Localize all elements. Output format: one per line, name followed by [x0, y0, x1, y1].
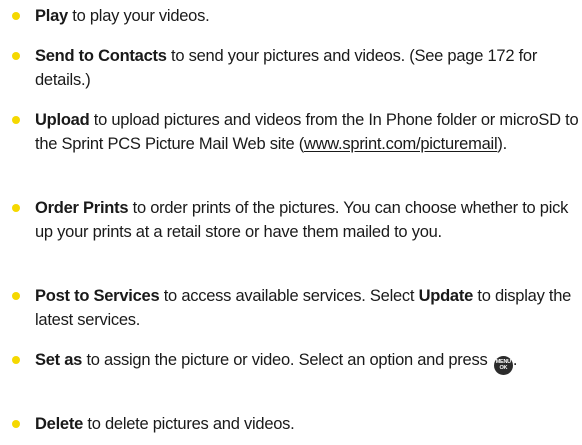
list-item-text: Post to Services to access available ser…	[35, 284, 580, 332]
description: to assign the picture or video. Select a…	[82, 351, 492, 369]
bullet-icon	[12, 292, 20, 300]
term-upload: Upload	[35, 111, 90, 129]
bullet-icon	[12, 116, 20, 124]
menu-key-bottom-label: OK	[499, 365, 508, 371]
term-update: Update	[418, 287, 474, 305]
term-delete: Delete	[35, 415, 84, 433]
menu-ok-key-icon: MENU OK	[493, 356, 513, 375]
term-post-to-services: Post to Services	[35, 287, 160, 305]
list-item-text: Delete to delete pictures and videos.	[35, 412, 580, 436]
list-item-text: Send to Contacts to send your pictures a…	[35, 44, 580, 92]
bullet-icon	[12, 52, 20, 60]
term-set-as: Set as	[35, 351, 83, 369]
bullet-icon	[12, 420, 20, 428]
description-end: .	[512, 351, 518, 369]
term-order-prints: Order Prints	[35, 199, 129, 217]
description: to delete pictures and videos.	[83, 415, 295, 433]
list-item-text: Set as to assign the picture or video. S…	[35, 348, 580, 375]
description: to access available services. Select	[159, 287, 419, 305]
term-send-to-contacts: Send to Contacts	[35, 47, 167, 65]
picturemail-link[interactable]: www.sprint.com/picturemail	[304, 135, 498, 153]
list-item-text: Order Prints to order prints of the pict…	[35, 196, 580, 244]
bullet-icon	[12, 204, 20, 212]
description-end: ).	[497, 135, 507, 153]
term-play: Play	[35, 7, 68, 25]
bullet-icon	[12, 356, 20, 364]
description: to play your videos.	[67, 7, 210, 25]
bullet-icon	[12, 12, 20, 20]
list-item-text: Upload to upload pictures and videos fro…	[35, 108, 580, 156]
manual-page: Play to play your videos. Send to Contac…	[0, 0, 582, 445]
list-item-text: Play to play your videos.	[35, 4, 580, 28]
